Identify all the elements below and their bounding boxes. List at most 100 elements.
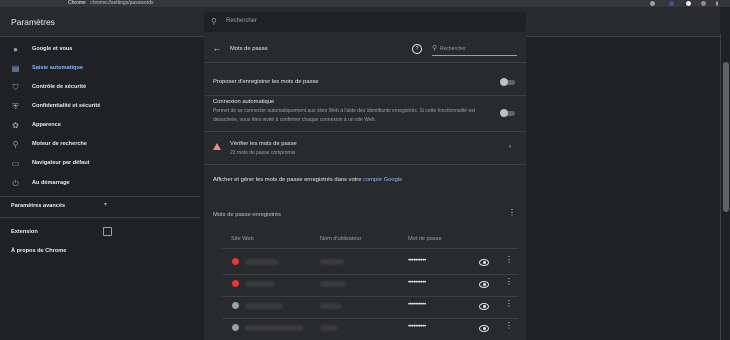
username-redacted: [320, 259, 344, 265]
password-mask: ••••••••••: [408, 301, 426, 308]
site-favicon: [232, 302, 239, 309]
person-icon: ●: [13, 45, 18, 54]
username-redacted: [320, 281, 346, 287]
check-passwords-title[interactable]: Vérifier les mots de passe: [230, 141, 297, 147]
manage-text-body: Afficher et gérer les mots de passe enre…: [213, 177, 364, 183]
sidebar-item-label: Moteur de recherche: [32, 141, 88, 147]
eye-icon[interactable]: [479, 325, 489, 332]
search-placeholder: Rechercher: [226, 18, 258, 24]
site-favicon: [232, 280, 239, 287]
sidebar-item-google[interactable]: ● Google et vous: [0, 42, 120, 58]
sidebar-item-label: Saisie automatique: [32, 65, 83, 71]
autofill-icon: ▤: [11, 64, 20, 73]
sidebar-item-privacy[interactable]: ⛨ Confidentialité et sécurité: [0, 99, 120, 115]
password-search-input[interactable]: ⚲ Rechercher: [432, 41, 517, 56]
divider: [204, 95, 526, 96]
divider: [0, 196, 200, 197]
site-favicon: [232, 324, 239, 331]
section-title: Mots de passe: [230, 46, 268, 52]
sidebar-item-label: Au démarrage: [32, 180, 70, 186]
url-path: chrome://settings/passwords: [90, 0, 154, 6]
offer-save-label: Proposer d'enregistrer les mots de passe: [213, 79, 319, 85]
divider: [204, 164, 526, 165]
browser-icon: ▭: [11, 159, 20, 168]
warning-icon: [213, 143, 221, 150]
more-actions-icon[interactable]: ⋮: [508, 209, 516, 217]
password-mask: ••••••••••: [408, 323, 426, 330]
row-more-icon[interactable]: ⋮: [505, 278, 513, 286]
autologin-description: Permet de se connecter automatiquement a…: [213, 108, 476, 123]
help-icon[interactable]: ?: [412, 44, 422, 54]
sidebar-item-safety-check[interactable]: ⛉ Contrôle de sécurité: [0, 80, 120, 96]
scrollbar[interactable]: [720, 34, 730, 340]
row-more-icon[interactable]: ⋮: [505, 300, 513, 308]
settings-header: Paramètres ⚲ Rechercher: [0, 7, 720, 37]
username-redacted: [320, 325, 338, 331]
sidebar-item-autofill[interactable]: ▤ Saisie automatique: [0, 61, 120, 77]
eye-icon[interactable]: [479, 259, 489, 266]
browser-toolbar: Chrome chrome://settings/passwords: [0, 0, 730, 7]
autologin-title: Connexion automatique: [213, 99, 275, 105]
eye-icon[interactable]: [479, 303, 489, 310]
url-prefix: Chrome: [68, 0, 86, 6]
divider: [204, 62, 526, 63]
back-arrow-icon[interactable]: ←: [213, 44, 221, 53]
row-more-icon[interactable]: ⋮: [505, 322, 513, 330]
sidebar-item-default-browser[interactable]: ▭ Navigateur par défaut: [0, 156, 120, 172]
search-placeholder: Rechercher: [440, 46, 466, 52]
shield-icon: ⛨: [12, 102, 19, 111]
row-more-icon[interactable]: ⋮: [505, 256, 513, 264]
column-header-password: Mot de passe: [408, 236, 442, 242]
sidebar-item-appearance[interactable]: ✿ Apparence: [0, 118, 120, 134]
site-name-redacted: [245, 259, 279, 265]
autologin-toggle[interactable]: [500, 109, 515, 117]
shield-check-icon: ⛉: [12, 83, 19, 92]
check-passwords-subtitle: 22 mots de passe compromis: [230, 150, 296, 156]
open-external-icon[interactable]: [103, 227, 112, 236]
google-account-link[interactable]: compte Google: [363, 177, 402, 183]
scrollbar-thumb[interactable]: [723, 62, 729, 212]
sidebar-item-label: Google et vous: [32, 46, 73, 52]
table-row: •••••••••• ⋮: [204, 252, 526, 274]
sidebar-item-advanced[interactable]: Paramètres avancés: [11, 203, 65, 209]
username-redacted: [320, 303, 342, 309]
flag-icon[interactable]: [669, 1, 674, 6]
sidebar-item-search-engine[interactable]: ⚲ Moteur de recherche: [0, 137, 120, 153]
offer-save-toggle[interactable]: [500, 78, 515, 86]
sidebar-item-label: Confidentialité et sécurité: [32, 103, 101, 109]
table-row: •••••••••• ⋮: [204, 296, 526, 318]
sidebar-item-extensions[interactable]: Extension: [11, 229, 38, 235]
palette-icon: ✿: [12, 121, 19, 130]
divider: [222, 248, 518, 249]
site-favicon: [232, 258, 239, 265]
settings-search-input[interactable]: ⚲ Rechercher: [204, 12, 526, 32]
chevron-down-icon[interactable]: ▾: [104, 201, 107, 208]
star-icon[interactable]: [650, 1, 655, 6]
search-icon: ⚲: [12, 140, 19, 149]
sidebar-item-about[interactable]: À propos de Chrome: [11, 248, 66, 254]
site-name-redacted: [245, 325, 303, 331]
toggle-knob: [500, 109, 508, 117]
chevron-right-icon[interactable]: ›: [509, 144, 511, 150]
search-icon: ⚲: [211, 17, 217, 26]
menu-icon[interactable]: [716, 1, 718, 6]
table-row: •••••••••• ⋮: [204, 274, 526, 296]
saved-passwords-title: Mots de passe enregistrés: [213, 212, 281, 218]
power-icon: ⏻: [12, 179, 19, 188]
search-icon: ⚲: [432, 45, 438, 52]
eye-icon[interactable]: [479, 281, 489, 288]
avatar[interactable]: [701, 1, 706, 6]
extension-icon[interactable]: [686, 1, 691, 6]
address-bar[interactable]: Chrome chrome://settings/passwords: [68, 0, 154, 7]
passwords-card: ← Mots de passe ? ⚲ Rechercher Proposer …: [204, 36, 526, 340]
site-name-redacted: [245, 303, 283, 309]
sidebar-item-label: Apparence: [32, 122, 61, 128]
toggle-knob: [500, 78, 508, 86]
site-name-redacted: [245, 281, 275, 287]
column-header-username: Nom d'utilisateur: [320, 236, 362, 242]
sidebar-item-startup[interactable]: ⏻ Au démarrage: [0, 176, 120, 192]
sidebar-item-label: Navigateur par défaut: [32, 160, 90, 166]
column-header-site: Site Web: [231, 236, 254, 242]
sidebar-item-label: Contrôle de sécurité: [32, 84, 87, 90]
password-mask: ••••••••••: [408, 257, 426, 264]
